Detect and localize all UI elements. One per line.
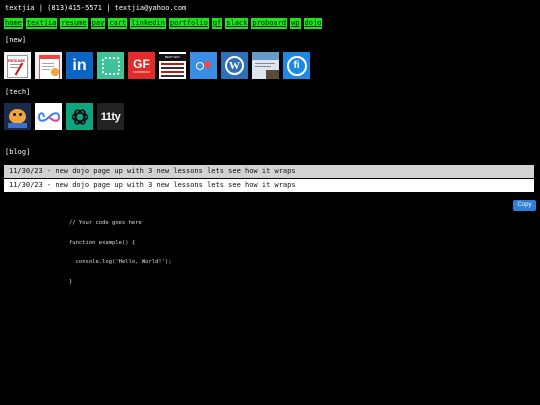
wordpress-icon[interactable]: W [221, 52, 248, 79]
nav-portfolio[interactable]: portfolio [168, 18, 209, 29]
copy-button[interactable]: Copy [513, 200, 536, 211]
linkedin-icon[interactable]: in [66, 52, 93, 79]
nav-home[interactable]: home [4, 18, 23, 29]
blog-section-label: [blog] [5, 148, 31, 156]
eleventy-icon[interactable]: 11ty [97, 103, 124, 130]
code-line: console.log('Hello, World!'); [69, 259, 172, 265]
code-line: // Your code goes here [69, 220, 142, 226]
new-icons-row: RESUME in GF COOKBOOK BEST WAY W fi [4, 52, 310, 79]
nav-proboard[interactable]: proboard [251, 18, 288, 29]
code-block: // Your code goes here function example(… [69, 207, 172, 292]
tech-icons-row: 11ty [4, 103, 124, 130]
main-nav: home textjia resume pay cart linkedin po… [4, 18, 323, 29]
notepad-icon[interactable] [35, 52, 62, 79]
nav-linkedin[interactable]: linkedin [130, 18, 166, 29]
fi-icon[interactable]: fi [283, 52, 310, 79]
code-line: } [69, 278, 73, 285]
portfolio-icon[interactable] [97, 52, 124, 79]
nav-slack[interactable]: slack [225, 18, 249, 29]
new-section-label: [new] [5, 36, 27, 44]
email-address[interactable]: textjia@yahoo.com [115, 4, 187, 12]
resume-icon[interactable]: RESUME [4, 52, 31, 79]
proboard-icon[interactable] [190, 52, 217, 79]
openai-icon[interactable] [66, 103, 93, 130]
nav-textjia[interactable]: textjia [25, 18, 58, 29]
nav-wp[interactable]: wp [290, 18, 301, 29]
blog-entry[interactable]: 11/30/23 - new dojo page up with 3 new l… [4, 179, 534, 192]
book-cover-icon[interactable]: BEST WAY [159, 52, 186, 79]
tech-section-label: [tech] [5, 88, 31, 96]
contact-header: textjia | (813)415-5571 | textjia@yahoo.… [5, 4, 187, 12]
nav-resume[interactable]: resume [60, 18, 88, 29]
gf-cookbook-icon[interactable]: GF COOKBOOK [128, 52, 155, 79]
code-line: function example() { [69, 239, 136, 246]
screenshot-icon[interactable] [252, 52, 279, 79]
site-name: textjia [5, 4, 35, 12]
nav-pay[interactable]: pay [90, 18, 106, 29]
infinity-icon[interactable] [35, 103, 62, 130]
nav-cart[interactable]: cart [108, 18, 128, 29]
blog-entry[interactable]: 11/30/23 - new dojo page up with 3 new l… [4, 165, 534, 178]
mascot-icon[interactable] [4, 103, 31, 130]
nav-gf[interactable]: gf [211, 18, 223, 29]
phone-number: (813)415-5571 [47, 4, 102, 12]
nav-dojo[interactable]: dojo [303, 18, 323, 29]
